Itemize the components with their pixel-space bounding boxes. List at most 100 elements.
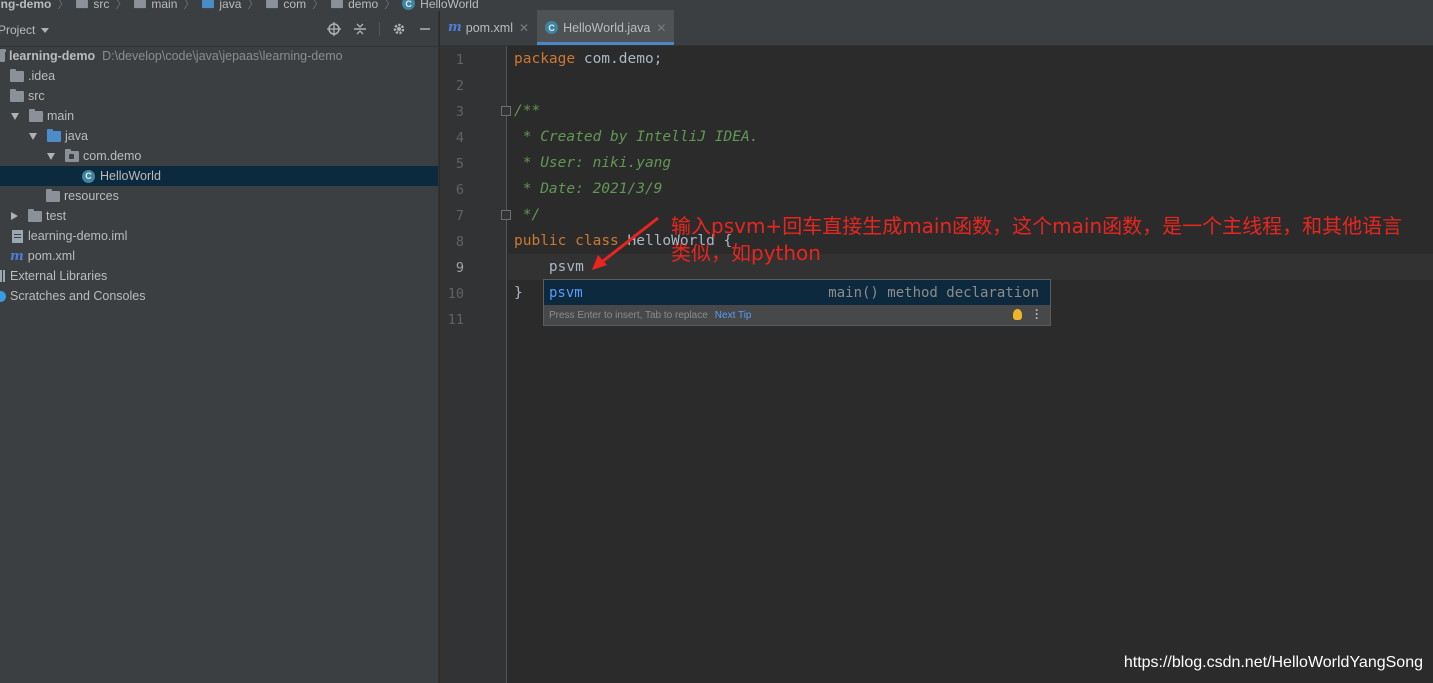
line-number-current: 9: [455, 260, 464, 276]
module-folder-icon: [0, 48, 6, 62]
file-icon: [12, 229, 23, 243]
line-number: 2: [455, 78, 464, 94]
tab-helloworld-java[interactable]: C HelloWorld.java ✕: [537, 10, 675, 45]
tree-item-label: src: [28, 89, 45, 103]
completion-item-description: main() method declaration: [828, 284, 1039, 301]
code-line-9: psvm: [514, 259, 584, 275]
maven-icon: m: [448, 20, 462, 35]
scratches-icon: [0, 290, 6, 302]
close-icon[interactable]: ✕: [656, 21, 666, 35]
fold-toggle-icon[interactable]: [501, 106, 511, 116]
resources-folder-icon: [46, 188, 60, 202]
breadcrumb-item-java[interactable]: java: [219, 0, 241, 11]
completion-item-name: psvm: [549, 284, 583, 301]
class-icon: C: [545, 21, 559, 34]
maven-icon: m: [10, 248, 24, 264]
breadcrumb-item-com[interactable]: com: [283, 0, 306, 11]
tree-item-external-libraries[interactable]: External Libraries: [0, 266, 438, 286]
tree-item-label: External Libraries: [10, 269, 108, 283]
package-icon: [266, 0, 279, 9]
module-path: D:\develop\code\java\jepaas\learning-dem…: [102, 49, 343, 63]
line-number: 7: [455, 208, 464, 224]
tree-item-src[interactable]: src: [0, 86, 438, 106]
breadcrumb-item-helloworld[interactable]: HelloWorld: [420, 0, 478, 11]
fold-toggle-icon[interactable]: [501, 210, 511, 220]
breadcrumb-item-demo[interactable]: demo: [348, 0, 378, 11]
code-editor[interactable]: 1 2 3 4 5 6 7 8 9 10 11 package com.demo…: [440, 46, 1433, 683]
tab-label: pom.xml: [465, 20, 513, 35]
tree-item-learning-demo[interactable]: learning-demo D:\develop\code\java\jepaa…: [0, 46, 438, 66]
tree-item-pom[interactable]: m pom.xml: [0, 246, 438, 266]
tree-item-label: Scratches and Consoles: [10, 289, 146, 303]
minimize-icon[interactable]: [418, 22, 432, 36]
tree-item-helloworld[interactable]: C HelloWorld: [0, 166, 438, 186]
tree-item-label: test: [46, 209, 67, 223]
tree-item-label: com.demo: [83, 149, 142, 163]
line-number: 11: [447, 312, 464, 328]
tree-item-iml[interactable]: learning-demo.iml: [0, 226, 438, 246]
code-line-10: }: [514, 285, 523, 301]
line-number: 3: [455, 104, 464, 120]
tree-item-label: learning-demo.iml: [28, 229, 128, 243]
breadcrumb-item-src[interactable]: src: [93, 0, 109, 11]
tree-item-scratches[interactable]: Scratches and Consoles: [0, 286, 438, 306]
project-panel-header: Project: [0, 11, 438, 47]
library-icon: [0, 270, 6, 282]
tree-item-test[interactable]: test: [0, 206, 438, 226]
completion-footer: Press Enter to insert, Tab to replace Ne…: [544, 304, 1050, 325]
line-number: 5: [455, 156, 464, 172]
locate-icon[interactable]: [327, 22, 341, 36]
project-tree: learning-demo D:\develop\code\java\jepaa…: [0, 46, 438, 306]
code-line-3: /**: [514, 103, 541, 119]
tab-label: HelloWorld.java: [563, 20, 651, 35]
project-panel-title: Project: [0, 23, 36, 37]
folder-icon: [76, 0, 89, 9]
line-number-gutter: 1 2 3 4 5 6 7 8 9 10 11: [440, 46, 507, 683]
collapse-arrow-icon[interactable]: [11, 212, 18, 220]
tree-item-label: HelloWorld: [100, 169, 161, 183]
collapse-all-icon[interactable]: [353, 22, 367, 36]
breadcrumb: ning-demo 〉src 〉main 〉java 〉com 〉demo 〉C…: [0, 0, 1433, 11]
class-icon: C: [82, 169, 95, 183]
lightbulb-icon[interactable]: [1013, 309, 1022, 320]
line-number: 10: [447, 286, 464, 302]
editor-tabs: m pom.xml ✕ C HelloWorld.java ✕: [440, 10, 1433, 46]
tree-item-main[interactable]: main: [0, 106, 438, 126]
folder-icon: [202, 0, 215, 9]
expand-arrow-icon[interactable]: [29, 132, 37, 140]
source-folder-icon: [47, 128, 61, 142]
tree-item-resources[interactable]: resources: [0, 186, 438, 206]
chevron-down-icon: [41, 27, 50, 33]
package-icon: [331, 0, 344, 9]
watermark: https://blog.csdn.net/HelloWorldYangSong: [1123, 654, 1423, 671]
tree-item-java[interactable]: java: [0, 126, 438, 146]
code-line-6: * Date: 2021/3/9: [514, 181, 663, 197]
code-line-1: package com.demo;: [514, 51, 663, 67]
folder-icon: [28, 208, 42, 222]
tree-item-label: resources: [64, 189, 119, 203]
tree-item-label: pom.xml: [27, 249, 75, 263]
more-options-icon[interactable]: · · ·: [1035, 304, 1039, 324]
line-number: 6: [455, 182, 464, 198]
tree-item-com-demo[interactable]: com.demo: [0, 146, 438, 166]
tab-pom-xml[interactable]: m pom.xml ✕: [440, 10, 537, 45]
code-line-7: */: [514, 207, 541, 223]
next-tip-link[interactable]: Next Tip: [715, 310, 752, 321]
gear-icon[interactable]: [392, 22, 406, 36]
folder-icon: [29, 108, 43, 122]
package-icon: [65, 148, 79, 162]
tree-item-label: java: [65, 129, 88, 143]
tree-item-idea[interactable]: .idea: [0, 66, 438, 86]
code-completion-popup: psvm main() method declaration Press Ent…: [543, 279, 1051, 326]
expand-arrow-icon[interactable]: [11, 112, 19, 120]
completion-item[interactable]: psvm main() method declaration: [544, 280, 1050, 305]
close-icon[interactable]: ✕: [519, 21, 529, 35]
completion-hint: Press Enter to insert, Tab to replace: [549, 309, 708, 321]
breadcrumb-item-main[interactable]: main: [151, 0, 177, 11]
breadcrumb-item-project[interactable]: ning-demo: [0, 0, 51, 11]
expand-arrow-icon[interactable]: [47, 152, 55, 160]
project-view-selector[interactable]: Project: [0, 23, 50, 37]
line-number: 1: [455, 52, 464, 68]
code-line-4: * Created by IntelliJ IDEA.: [514, 129, 759, 145]
folder-icon: [10, 68, 24, 82]
